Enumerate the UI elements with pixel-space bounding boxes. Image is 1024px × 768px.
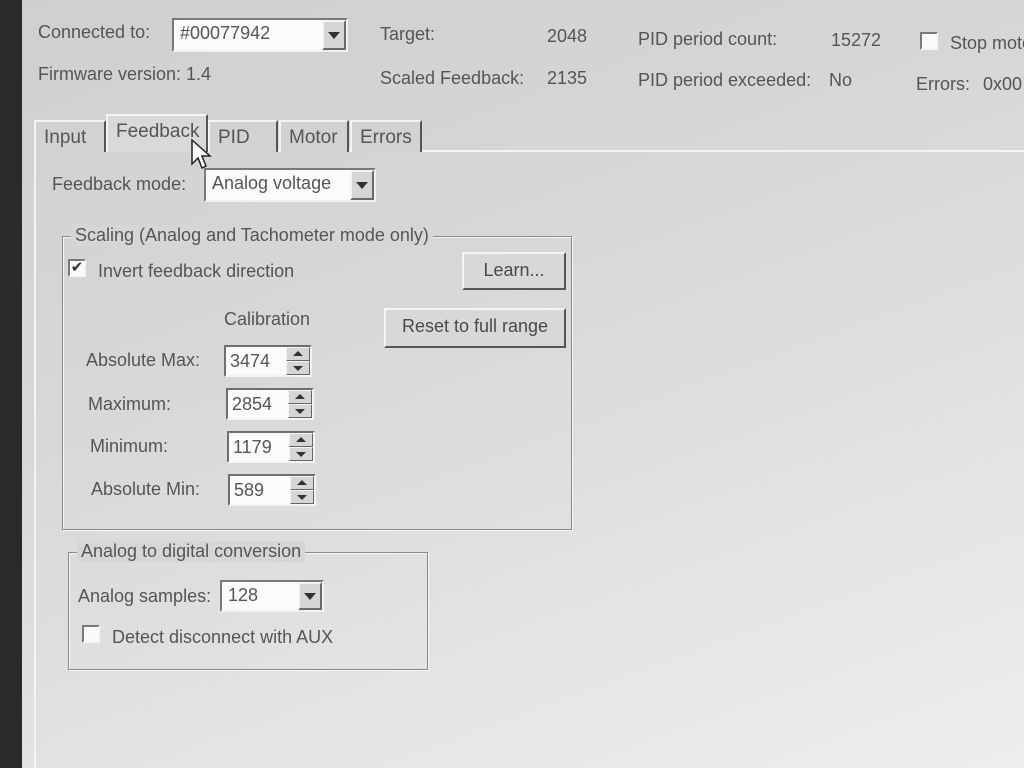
adc-caption: Analog to digital conversion [77,541,306,562]
absolute-max-spinner[interactable]: 3474 [224,345,312,377]
spinner-down-icon[interactable] [289,447,313,461]
absolute-min-value: 589 [234,480,265,500]
pid-count-label: PID period count: [638,29,778,49]
tab-motor[interactable]: Motor [279,120,349,152]
device-dropdown-button[interactable] [322,20,346,50]
spinner-up-icon[interactable] [290,476,314,490]
mouse-pointer-icon [191,138,212,170]
analog-samples-dropdown-button[interactable] [298,582,322,610]
feedback-mode-label: Feedback mode: [52,174,187,194]
absolute-min-label: Absolute Min: [91,479,201,499]
stop-motor-checkbox[interactable] [920,32,938,50]
invert-feedback-label: Invert feedback direction [98,261,295,281]
chevron-down-icon [356,182,368,189]
minimum-label: Minimum: [90,436,169,456]
calibration-header: Calibration [224,309,311,329]
spinner-up-icon[interactable] [289,433,313,447]
feedback-mode-select[interactable]: Analog voltage [204,168,376,202]
chevron-down-icon [304,593,316,600]
tab-errors[interactable]: Errors [350,120,422,152]
detect-disconnect-label: Detect disconnect with AUX [112,627,334,647]
feedback-mode-value: Analog voltage [212,173,332,193]
invert-feedback-checkbox[interactable]: ✔ [68,259,86,277]
target-value: 2048 [547,26,588,46]
scaled-feedback-label: Scaled Feedback: [380,68,525,88]
device-serial: #00077942 [180,23,271,43]
errors-value: 0x00 [983,74,1023,94]
tab-pid[interactable]: PID [208,120,278,152]
minimum-value: 1179 [233,437,272,457]
spinner-up-icon[interactable] [288,390,312,404]
spinner-down-icon[interactable] [288,404,312,418]
spinner-down-icon[interactable] [290,490,314,504]
stop-motor-label: Stop moto [950,33,1024,53]
chevron-down-icon [328,32,340,39]
maximum-spinner[interactable]: 2854 [226,388,314,420]
scaled-feedback-value: 2135 [547,68,588,88]
device-select[interactable]: #00077942 [172,18,348,52]
connected-label: Connected to: [38,22,151,42]
target-label: Target: [380,24,436,44]
detect-disconnect-checkbox[interactable] [82,625,100,643]
absolute-max-label: Absolute Max: [86,350,201,370]
scaling-caption: Scaling (Analog and Tachometer mode only… [71,225,433,246]
pid-exceeded-label: PID period exceeded: [638,70,812,90]
reset-full-range-button[interactable]: Reset to full range [384,308,566,348]
maximum-value: 2854 [232,394,273,414]
spinner-up-icon[interactable] [286,347,310,361]
errors-label: Errors: [916,74,970,94]
learn-button[interactable]: Learn... [462,252,566,290]
analog-samples-label: Analog samples: [78,586,212,606]
maximum-label: Maximum: [88,394,172,414]
spinner-down-icon[interactable] [286,361,310,375]
analog-samples-select[interactable]: 128 [220,580,324,612]
pid-count-value: 15272 [831,30,882,50]
pid-exceeded-value: No [829,70,853,90]
tab-input[interactable]: Input [34,120,106,152]
absolute-max-value: 3474 [230,351,271,371]
analog-samples-value: 128 [228,585,259,605]
absolute-min-spinner[interactable]: 589 [228,474,316,506]
feedback-mode-dropdown-button[interactable] [350,170,374,200]
firmware-version: Firmware version: 1.4 [38,64,212,84]
app-window: Connected to: #00077942 Firmware version… [22,0,1024,768]
minimum-spinner[interactable]: 1179 [227,431,315,463]
